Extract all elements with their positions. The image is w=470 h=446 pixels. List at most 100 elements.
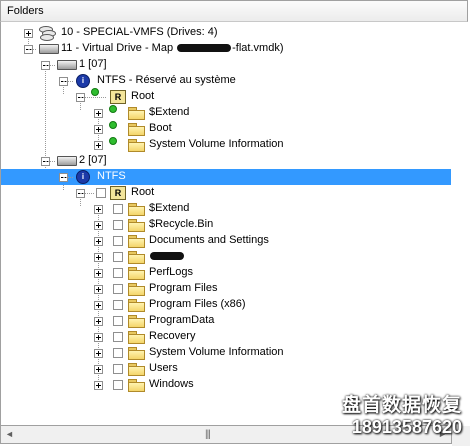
tree-line	[28, 49, 36, 50]
tree-row-virtual-drive[interactable]: 11 - Virtual Drive - Map -flat.vmdk)	[1, 41, 451, 57]
expand-toggle[interactable]	[94, 349, 103, 358]
folder-icon	[128, 139, 145, 152]
tree-row-folder[interactable]: $Extend	[1, 201, 451, 217]
folder-checkbox[interactable]	[113, 316, 123, 326]
tree-node-label: Windows	[149, 378, 194, 390]
expand-toggle[interactable]	[94, 125, 103, 134]
root-icon: R	[110, 186, 126, 200]
watermark: 盘首数据恢复 18913587620	[342, 390, 462, 438]
ntfs-volume-icon: i	[76, 170, 90, 184]
tree-node-label: Users	[149, 362, 178, 374]
expand-toggle[interactable]	[94, 333, 103, 342]
folder-checkbox[interactable]	[113, 332, 123, 342]
tree-node-label: $Recycle.Bin	[149, 218, 214, 230]
folder-checkbox[interactable]	[113, 284, 123, 294]
tree-node-label: System Volume Information	[149, 346, 284, 358]
folder-checkbox[interactable]	[113, 380, 123, 390]
folder-icon	[128, 235, 145, 248]
root-checkbox[interactable]	[96, 188, 106, 198]
expand-toggle[interactable]	[94, 365, 103, 374]
tree-node-label: NTFS - Réservé au système	[97, 74, 236, 86]
tree-node-label: $Extend	[149, 106, 190, 118]
redacted-text	[150, 252, 184, 261]
tree-row-folder[interactable]: Program Files	[1, 281, 451, 297]
expand-toggle[interactable]	[24, 29, 33, 38]
watermark-line-1: 盘首数据恢复	[341, 395, 462, 416]
tree-row-folder[interactable]: Program Files (x86)	[1, 297, 451, 313]
tree-row-partition-1[interactable]: 1 [07]	[1, 57, 451, 73]
tree-node-label: $Extend	[149, 202, 190, 214]
folder-checkbox[interactable]	[113, 268, 123, 278]
tree-row-folder[interactable]: System Volume Information	[1, 345, 451, 361]
tree-line	[45, 65, 55, 66]
folder-icon	[128, 315, 145, 328]
tree-row-folder[interactable]: Boot	[1, 121, 451, 137]
expand-toggle[interactable]	[94, 317, 103, 326]
tree-node-label: PerfLogs	[149, 266, 194, 278]
tree-line	[80, 193, 94, 194]
tree-node-label: NTFS	[97, 170, 126, 182]
tree-node-label: 2 [07]	[79, 154, 107, 166]
tree-node-label: Root	[131, 90, 155, 102]
root-icon: R	[110, 90, 126, 104]
tree-row-folder[interactable]: System Volume Information	[1, 137, 451, 153]
expand-toggle[interactable]	[94, 381, 103, 390]
tree-row-folder[interactable]: PerfLogs	[1, 265, 451, 281]
tree-row-root-1[interactable]: R Root	[1, 88, 451, 105]
folder-checkbox[interactable]	[113, 252, 123, 262]
expand-toggle[interactable]	[94, 109, 103, 118]
expand-toggle[interactable]	[94, 205, 103, 214]
folder-icon	[128, 379, 145, 392]
folder-checkbox[interactable]	[113, 220, 123, 230]
partition-icon	[57, 60, 77, 70]
folder-tree[interactable]: 10 - SPECIAL-VMFS (Drives: 4) 11 - Virtu…	[0, 22, 452, 426]
expand-toggle[interactable]	[94, 269, 103, 278]
folder-icon	[128, 331, 145, 344]
tree-node-label	[149, 250, 185, 262]
tree-row-vmfs[interactable]: 10 - SPECIAL-VMFS (Drives: 4)	[1, 25, 451, 41]
selection-dot-icon	[109, 105, 117, 113]
virtual-drive-icon	[39, 44, 59, 54]
folder-icon	[128, 219, 145, 232]
tree-row-folder[interactable]: Documents and Settings	[1, 233, 451, 249]
folder-checkbox[interactable]	[113, 204, 123, 214]
folder-icon	[128, 347, 145, 360]
tree-line	[80, 97, 106, 98]
expand-toggle[interactable]	[94, 253, 103, 262]
folder-checkbox[interactable]	[113, 236, 123, 246]
folder-icon	[128, 251, 145, 264]
folder-checkbox[interactable]	[113, 348, 123, 358]
ntfs-volume-icon: i	[76, 74, 90, 88]
tree-row-folder[interactable]: Users	[1, 361, 451, 377]
tree-node-label: 10 - SPECIAL-VMFS (Drives: 4)	[61, 26, 218, 38]
folder-checkbox[interactable]	[113, 300, 123, 310]
scroll-left-button[interactable]: ◄	[1, 426, 18, 443]
tree-row-root-2[interactable]: R Root	[1, 185, 451, 201]
panel-title: Folders	[7, 5, 44, 17]
partition-icon	[57, 156, 77, 166]
tree-node-label: 1 [07]	[79, 58, 107, 70]
expand-toggle[interactable]	[94, 301, 103, 310]
tree-line	[63, 81, 73, 82]
selection-dot-icon	[109, 121, 117, 129]
scroll-thumb-grip[interactable]: |||	[205, 429, 211, 440]
tree-node-label: Program Files	[149, 282, 218, 294]
tree-row-folder[interactable]: ProgramData	[1, 313, 451, 329]
tree-node-label: Root	[131, 186, 155, 198]
folders-panel-header: Folders	[0, 0, 468, 22]
expand-toggle[interactable]	[94, 237, 103, 246]
folder-checkbox[interactable]	[113, 364, 123, 374]
tree-row-folder[interactable]	[1, 249, 451, 265]
expand-toggle[interactable]	[94, 141, 103, 150]
expand-toggle[interactable]	[94, 285, 103, 294]
tree-row-folder[interactable]: Recovery	[1, 329, 451, 345]
tree-node-label: Program Files (x86)	[149, 298, 246, 310]
expand-toggle[interactable]	[94, 221, 103, 230]
tree-line	[63, 177, 73, 178]
tree-row-folder[interactable]: $Extend	[1, 105, 451, 121]
tree-node-label: Boot	[149, 122, 172, 134]
tree-node-label: System Volume Information	[149, 138, 284, 150]
tree-row-partition-2[interactable]: 2 [07]	[1, 153, 451, 169]
tree-row-folder[interactable]: $Recycle.Bin	[1, 217, 451, 233]
tree-node-label: Documents and Settings	[149, 234, 269, 246]
